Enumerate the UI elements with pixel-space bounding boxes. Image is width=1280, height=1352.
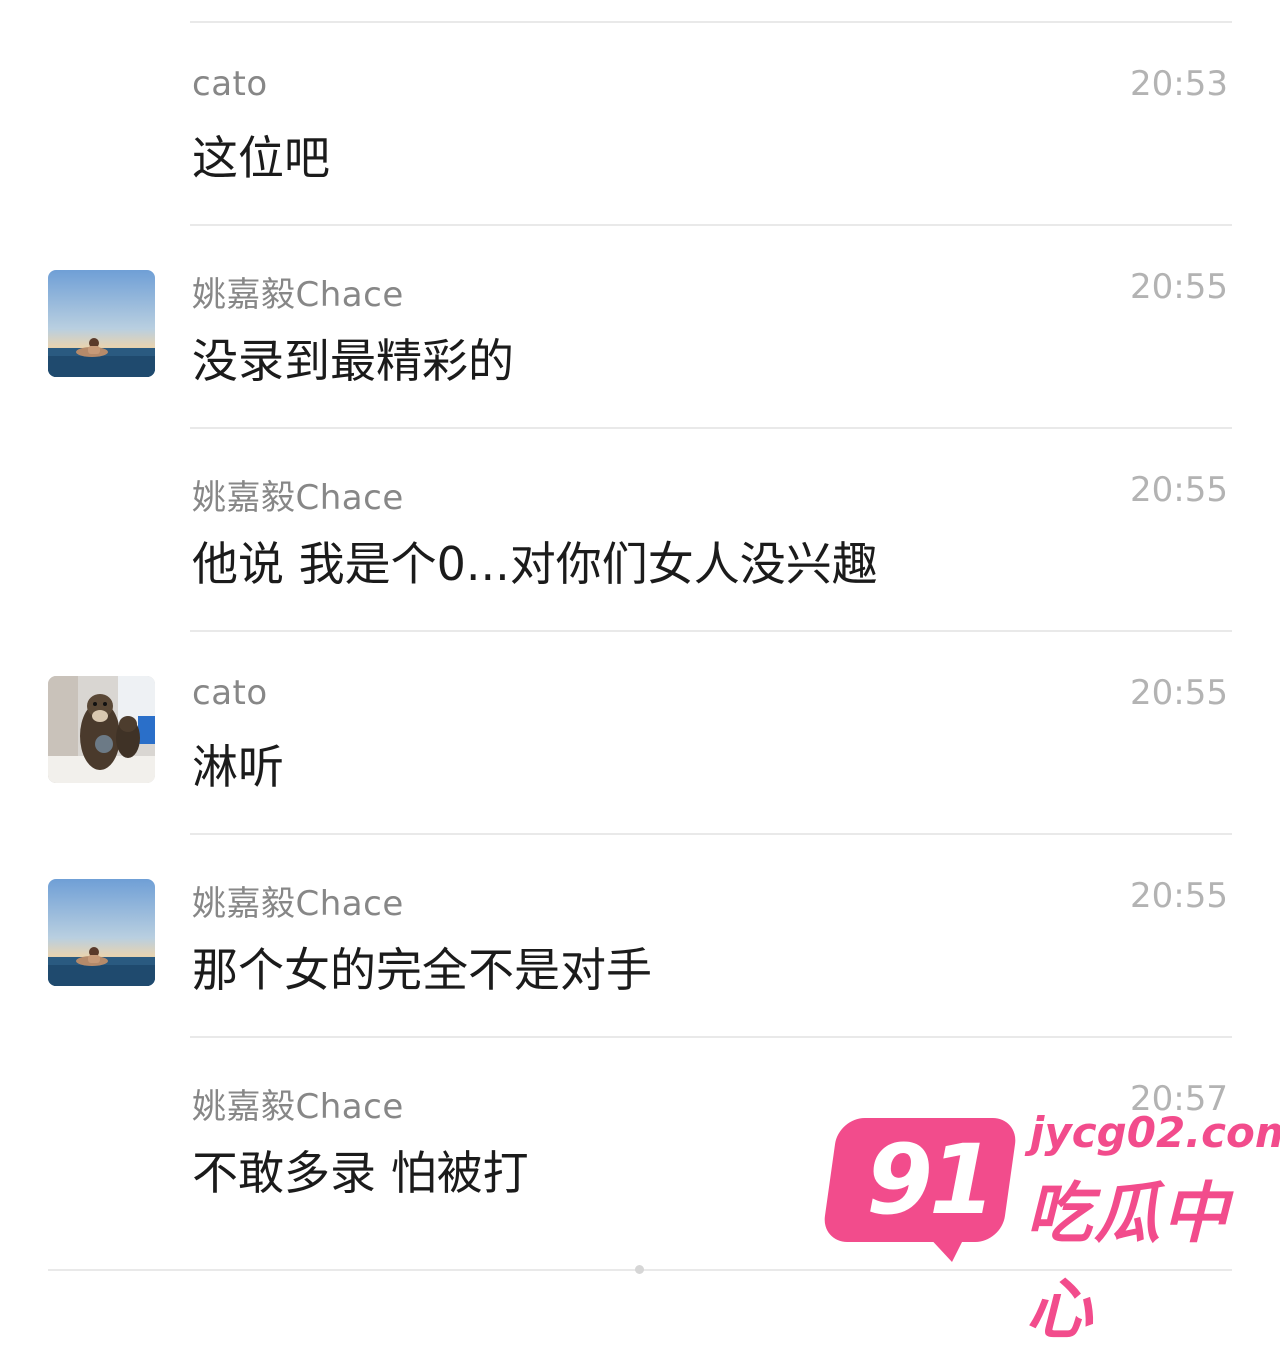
avatar-sea-pool[interactable] [48,879,155,986]
message-row[interactable]: cato 20:55 淋听 [0,631,1280,831]
sender-name[interactable]: 姚嘉毅Chace [192,876,404,925]
scroll-indicator [635,1265,644,1274]
avatar-otter[interactable] [48,676,155,783]
watermark-url: jycg02.com [1030,1108,1280,1157]
message-text: 他说 我是个0...对你们女人没兴趣 [192,537,878,591]
watermark: 91 jycg02.com 吃瓜中心 [821,1094,1280,1348]
avatar-sea-pool[interactable] [48,270,155,377]
sea-pool-photo-icon [48,879,155,986]
message-row[interactable]: 姚嘉毅Chace 20:55 没录到最精彩的 [0,225,1280,425]
message-text: 这位吧 [192,131,330,185]
sender-name[interactable]: 姚嘉毅Chace [192,267,404,316]
message-time: 20:55 [1130,267,1228,307]
sender-name[interactable]: 姚嘉毅Chace [192,470,404,519]
sender-name[interactable]: cato [192,673,268,713]
message-row[interactable]: 姚嘉毅Chace 20:55 他说 我是个0...对你们女人没兴趣 [0,428,1280,628]
message-time: 20:55 [1130,673,1228,713]
watermark-name: 吃瓜中心 [1026,1175,1230,1348]
message-text: 那个女的完全不是对手 [192,943,652,997]
message-row[interactable]: 姚嘉毅Chace 20:55 那个女的完全不是对手 [0,834,1280,1034]
message-text: 淋听 [192,740,284,794]
otter-photo-icon [48,676,155,783]
message-text: 没录到最精彩的 [192,334,514,388]
sea-pool-photo-icon [48,270,155,377]
watermark-number: 91 [866,1124,996,1236]
message-time: 20:53 [1130,64,1228,104]
sender-name[interactable]: 姚嘉毅Chace [192,1079,404,1128]
message-text: 不敢多录 怕被打 [192,1146,529,1200]
sender-name[interactable]: cato [192,64,268,104]
message-time: 20:55 [1130,876,1228,916]
watermark-badge-tail [926,1234,966,1262]
message-row[interactable]: cato 20:53 这位吧 [0,22,1280,222]
message-time: 20:55 [1130,470,1228,510]
